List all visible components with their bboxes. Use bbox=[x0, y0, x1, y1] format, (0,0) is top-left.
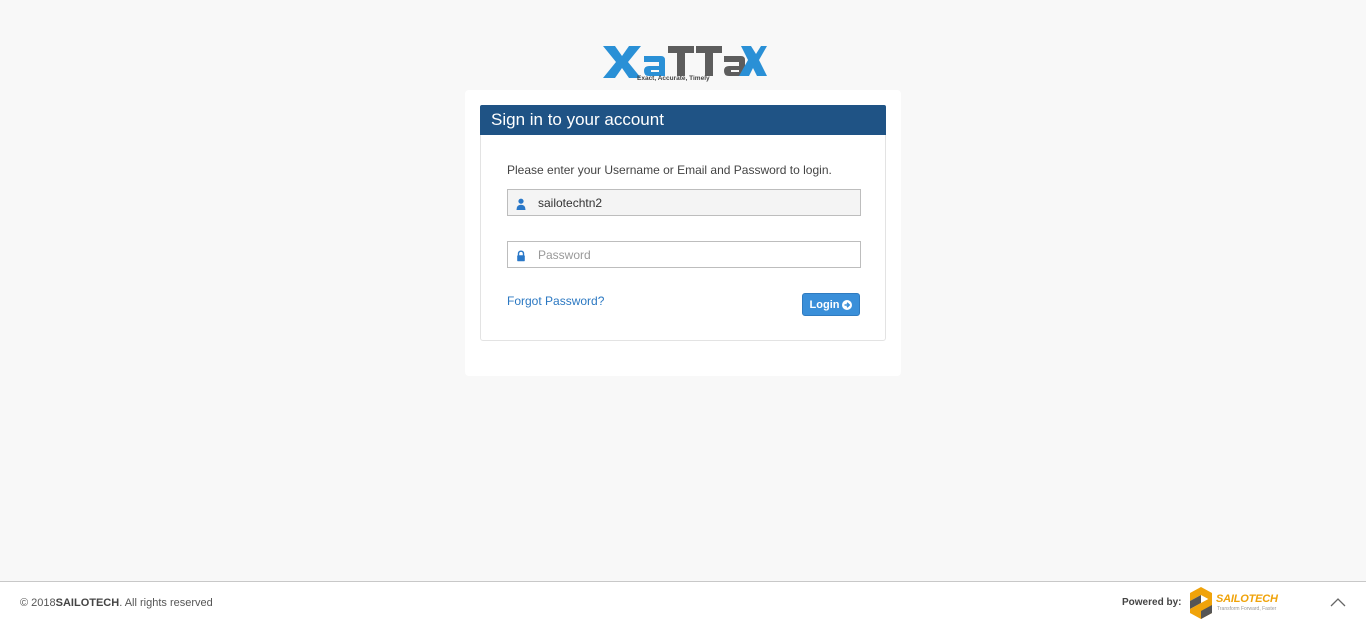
forgot-password-link[interactable]: Forgot Password? bbox=[507, 294, 604, 308]
sailotech-mark-icon bbox=[1190, 587, 1212, 619]
copyright-prefix: © 2018 bbox=[20, 597, 56, 609]
powered-by-label: Powered by: bbox=[1122, 597, 1182, 608]
login-panel: Sign in to your account Please enter you… bbox=[480, 105, 886, 341]
user-icon bbox=[516, 198, 526, 210]
arrow-circle-right-icon bbox=[842, 299, 853, 310]
xattax-logo: Exact, Accurate, Timely bbox=[599, 42, 767, 82]
password-field[interactable] bbox=[507, 241, 861, 268]
username-input[interactable] bbox=[538, 190, 858, 215]
footer: © 2018SAILOTECH. All rights reserved Pow… bbox=[0, 581, 1366, 623]
sailotech-tagline: Transform Forward, Faster bbox=[1217, 606, 1277, 612]
password-input[interactable] bbox=[538, 242, 858, 267]
login-button-label: Login bbox=[809, 298, 840, 311]
login-card: Sign in to your account Please enter you… bbox=[465, 90, 901, 376]
logo-tagline: Exact, Accurate, Timely bbox=[637, 75, 710, 82]
lock-icon bbox=[517, 250, 525, 262]
sailotech-logo-name: SAILOTECH bbox=[1216, 593, 1278, 605]
username-field[interactable] bbox=[507, 189, 861, 216]
chevron-up-icon[interactable] bbox=[1328, 592, 1348, 612]
copyright: © 2018SAILOTECH. All rights reserved bbox=[20, 597, 213, 609]
copyright-brand: SAILOTECH bbox=[55, 597, 120, 609]
copyright-suffix: . All rights reserved bbox=[119, 597, 213, 609]
login-button[interactable]: Login bbox=[802, 293, 860, 316]
sailotech-logo: SAILOTECH Transform Forward, Faster bbox=[1188, 586, 1288, 620]
panel-heading: Sign in to your account bbox=[480, 105, 886, 135]
login-instructions: Please enter your Username or Email and … bbox=[507, 163, 832, 177]
